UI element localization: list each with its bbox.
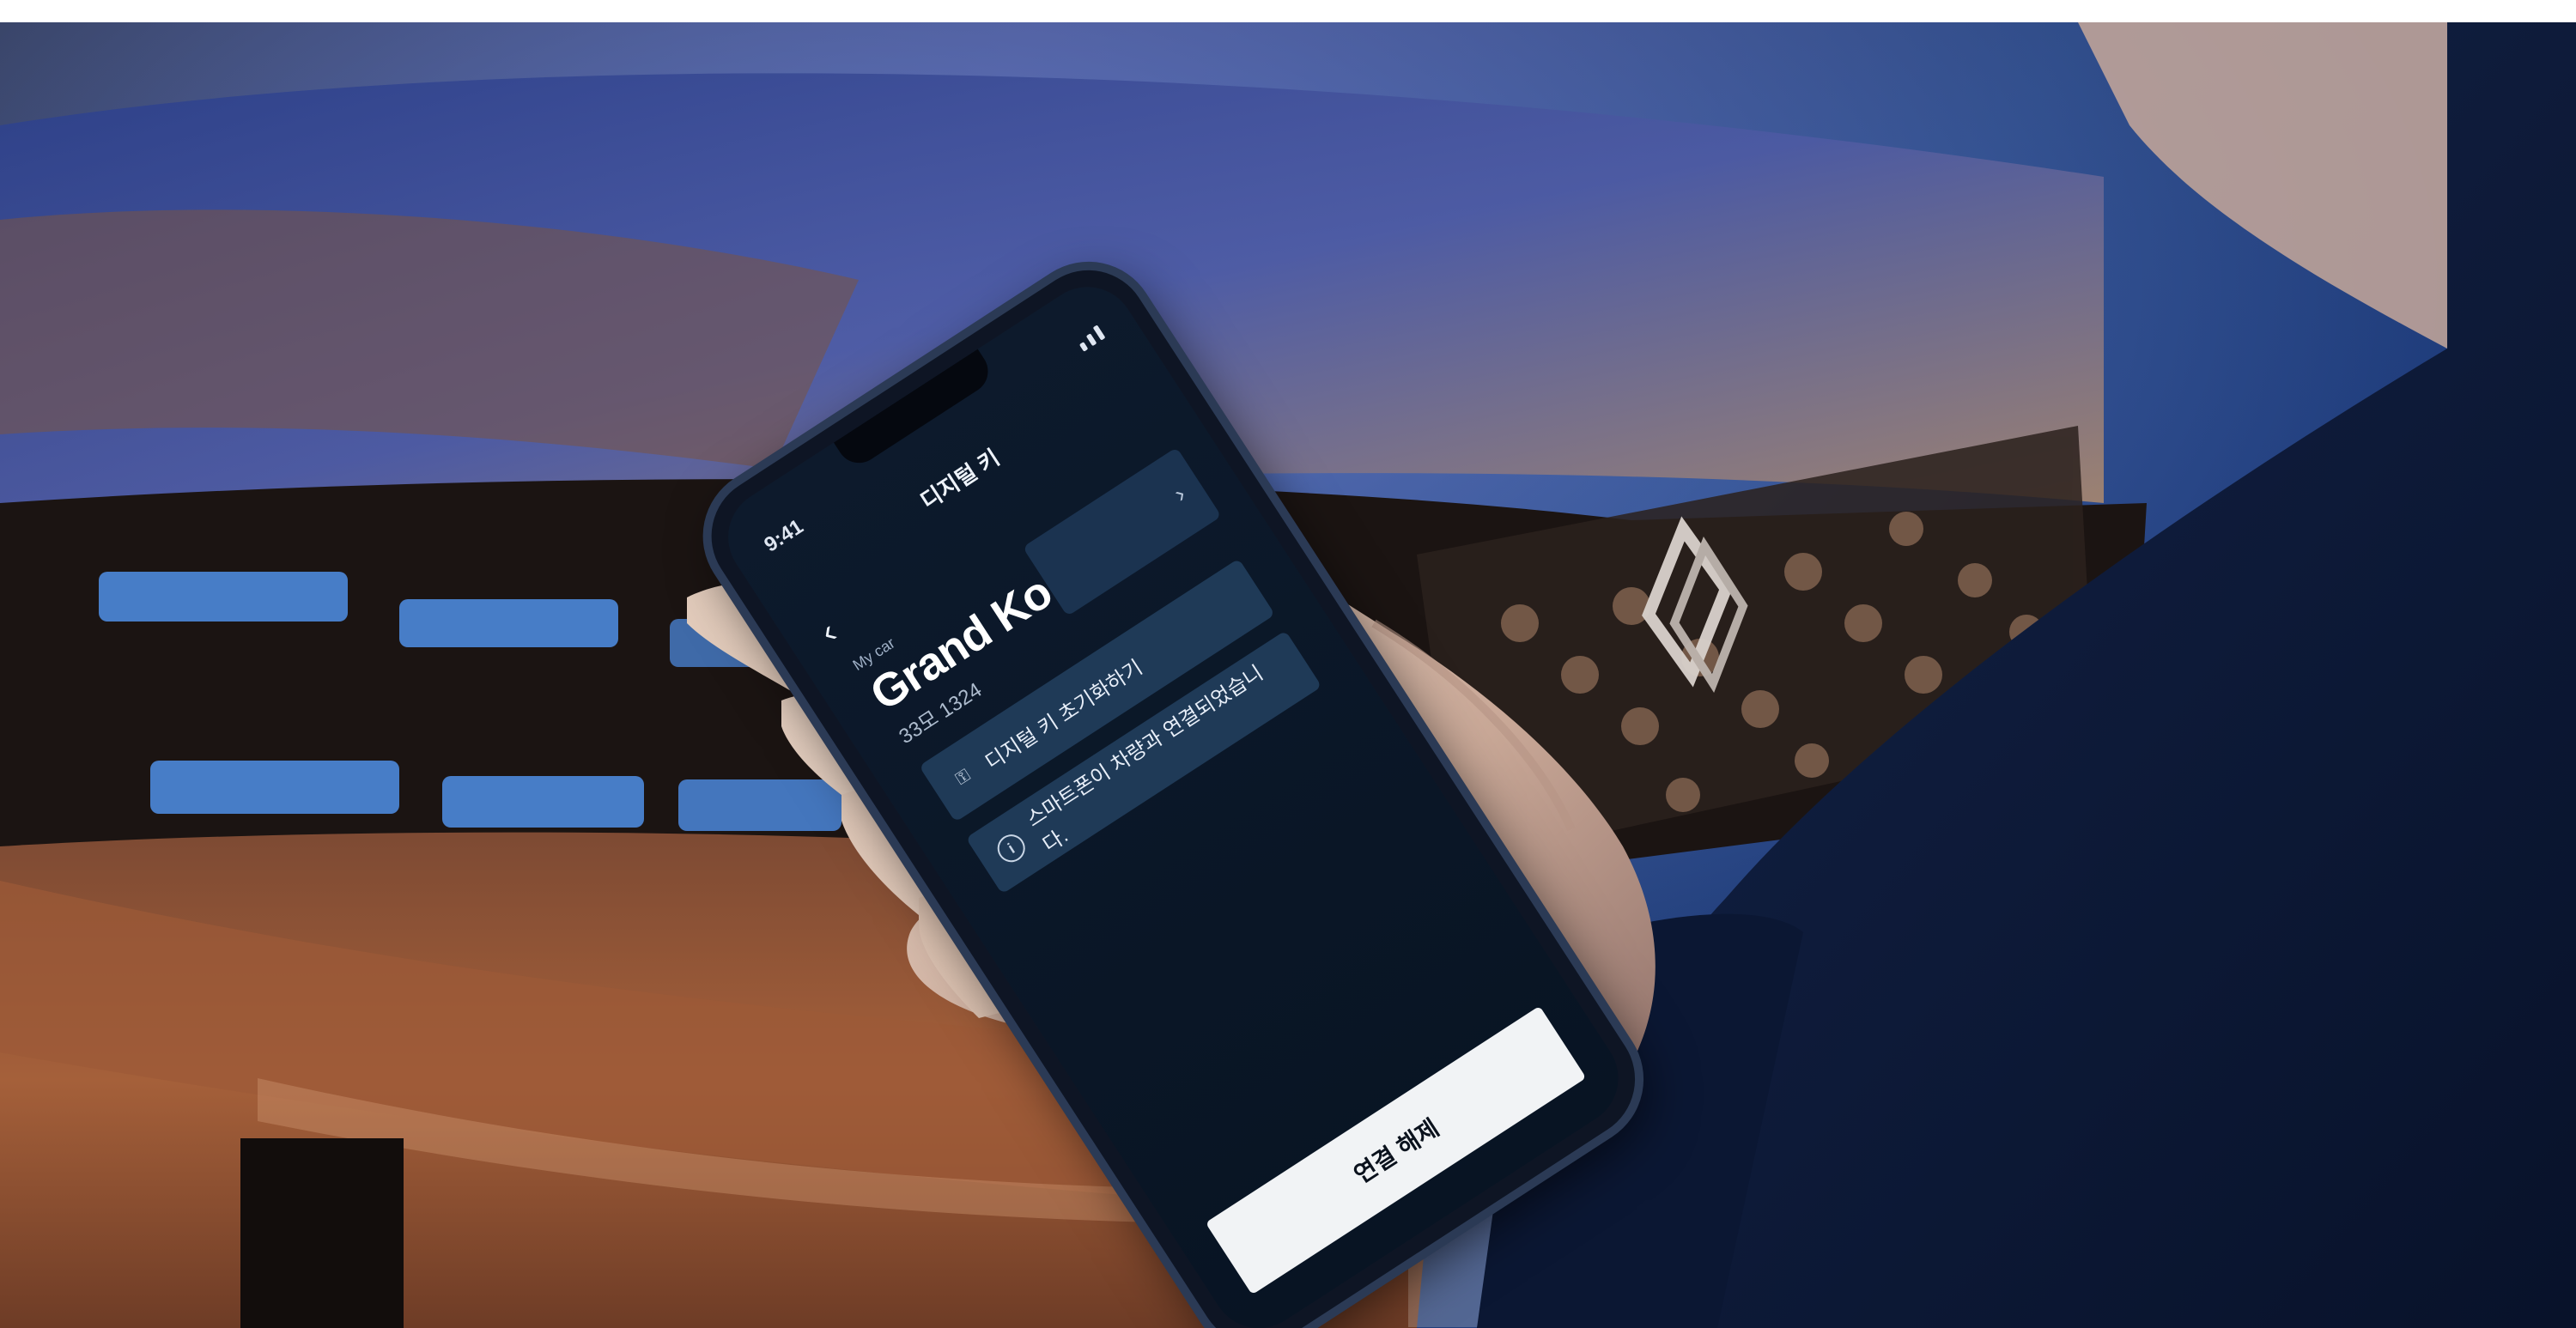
- light-bar-1: [99, 572, 348, 622]
- chevron-left-icon[interactable]: ‹: [813, 613, 844, 652]
- light-bar-6: [678, 779, 841, 831]
- chevron-right-icon: ›: [1169, 480, 1191, 507]
- signal-icon: [1076, 324, 1106, 352]
- light-bar-4: [150, 761, 399, 814]
- light-bar-5: [442, 776, 644, 828]
- status-time: 9:41: [760, 514, 808, 557]
- info-icon: i: [992, 829, 1030, 868]
- photo-scene: 9:41 디지털 키 ‹ My car Grand Koleos 33모 132…: [0, 22, 2576, 1328]
- top-white-strip: [0, 0, 2576, 22]
- key-icon: ⚿: [951, 765, 974, 789]
- light-bar-2: [399, 599, 618, 647]
